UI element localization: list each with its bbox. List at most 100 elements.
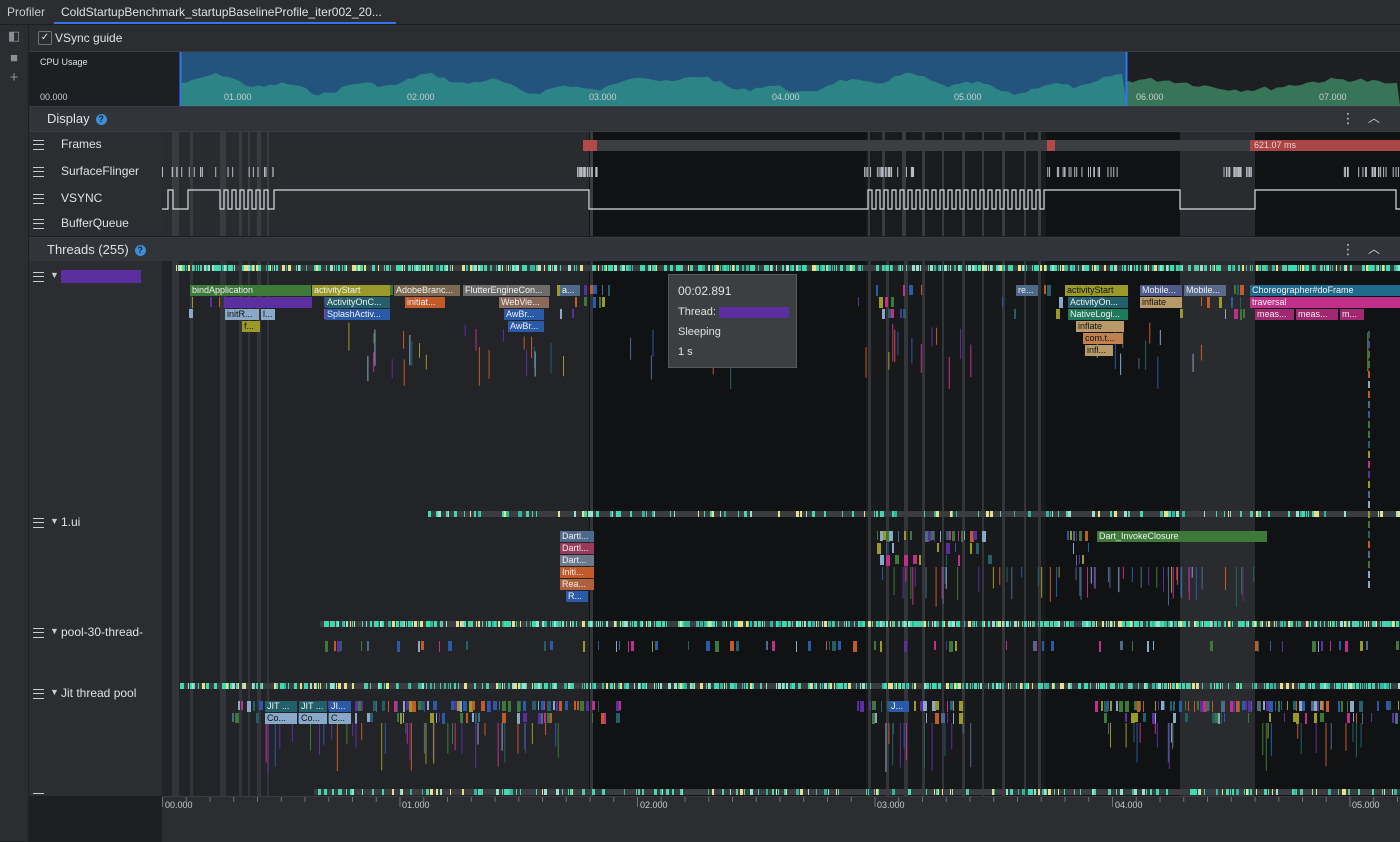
thread-track-ui[interactable]: ▼ 1.ui bbox=[29, 513, 162, 533]
slice-a[interactable]: a... bbox=[560, 285, 580, 296]
display-timeline[interactable]: 621.07 ms bbox=[162, 132, 1400, 236]
thread-running-mark bbox=[1128, 621, 1130, 627]
drag-handle-icon[interactable] bbox=[33, 628, 44, 638]
slice-redacted[interactable] bbox=[224, 297, 312, 308]
slice-fragment bbox=[766, 641, 768, 650]
surfaceflinger-mark bbox=[912, 167, 914, 177]
slice-activity-on-create[interactable]: ActivityOnC... bbox=[325, 297, 390, 308]
drag-handle-icon[interactable] bbox=[33, 140, 44, 150]
add-icon[interactable]: + bbox=[8, 70, 20, 85]
slice-l[interactable]: l... bbox=[261, 309, 275, 320]
thread-track-main[interactable]: ▼ bbox=[29, 267, 162, 287]
slice-initiate[interactable]: initiat... bbox=[405, 297, 445, 308]
help-icon[interactable]: ? bbox=[95, 114, 107, 125]
drag-handle-icon[interactable] bbox=[33, 219, 44, 229]
slice-jit-1[interactable]: JIT ... bbox=[265, 701, 297, 712]
slice-measure-1[interactable]: meas... bbox=[1255, 309, 1294, 320]
drag-handle-icon[interactable] bbox=[33, 194, 44, 204]
slice-flutter-engine[interactable]: FlutterEngineCon... bbox=[463, 285, 550, 296]
drag-handle-icon[interactable] bbox=[33, 689, 44, 699]
slice-rea[interactable]: Rea... bbox=[560, 579, 594, 590]
cpu-usage-track[interactable]: CPU Usage 00.000 01.000 02.000 03.000 04… bbox=[29, 51, 1400, 106]
track-vsync[interactable]: VSYNC bbox=[29, 189, 162, 209]
thread-running-mark bbox=[516, 265, 519, 271]
more-options-icon[interactable]: ⋮ bbox=[1341, 110, 1355, 126]
slice-jit-4[interactable]: J... bbox=[889, 701, 909, 712]
slice-compile-2[interactable]: Co... bbox=[299, 713, 327, 724]
slice-traversal[interactable]: traversal bbox=[1250, 297, 1400, 308]
drag-handle-icon[interactable] bbox=[33, 167, 44, 177]
track-bufferqueue[interactable]: BufferQueue bbox=[29, 214, 162, 234]
collapse-icon[interactable]: ︿ bbox=[1368, 110, 1380, 126]
thread-running-mark bbox=[1368, 683, 1371, 689]
track-frames[interactable]: Frames bbox=[29, 135, 162, 155]
call-stack-tail bbox=[970, 344, 972, 378]
slice-choreographer[interactable]: Choreographer#doFrame bbox=[1250, 285, 1400, 296]
drag-handle-icon[interactable] bbox=[33, 272, 44, 282]
thread-running-mark bbox=[1164, 621, 1167, 627]
drag-handle-icon[interactable] bbox=[33, 793, 44, 796]
slice-initi[interactable]: Initi... bbox=[560, 567, 594, 578]
slice-measure-2[interactable]: meas... bbox=[1296, 309, 1338, 320]
slice-dart-1[interactable]: Dartl... bbox=[560, 531, 594, 542]
tab-trace-file[interactable]: ColdStartupBenchmark_startupBaselineProf… bbox=[54, 0, 396, 24]
more-options-icon[interactable]: ⋮ bbox=[1341, 241, 1355, 257]
slice-jit-2[interactable]: JIT ... bbox=[299, 701, 327, 712]
track-surfaceflinger[interactable]: SurfaceFlinger bbox=[29, 162, 162, 182]
slice-activity-on-2[interactable]: ActivityOn... bbox=[1068, 297, 1128, 308]
slice-f[interactable]: f... bbox=[242, 321, 260, 332]
expand-triangle-icon[interactable]: ▼ bbox=[50, 516, 59, 526]
slice-dart-3[interactable]: Dart... bbox=[560, 555, 594, 566]
slice-inflate-2[interactable]: inflate bbox=[1140, 297, 1182, 308]
slice-adobe-branch[interactable]: AdobeBranc... bbox=[394, 285, 460, 296]
slice-fragment bbox=[1073, 543, 1074, 554]
stop-icon[interactable]: ■ bbox=[8, 51, 20, 64]
time-axis[interactable]: 00.000 01.000 02.000 03.000 04.000 05.00… bbox=[162, 796, 1400, 842]
slice-dart-2[interactable]: Dartl... bbox=[560, 543, 594, 554]
slice-r[interactable]: R... bbox=[566, 591, 588, 602]
slice-fragment bbox=[553, 701, 555, 710]
slice-fragment bbox=[1395, 713, 1398, 724]
slice-measure-3[interactable]: m... bbox=[1340, 309, 1364, 320]
vsync-guide-checkbox[interactable]: ✓ bbox=[38, 31, 52, 45]
panel-toggle-icon[interactable]: ◧ bbox=[8, 29, 20, 42]
slice-infl[interactable]: infl... bbox=[1085, 345, 1113, 356]
thread-track-pool-30[interactable]: ▼ pool-30-thread- bbox=[29, 623, 162, 643]
thread-running-mark bbox=[1386, 683, 1389, 689]
thread-track-dart[interactable] bbox=[29, 788, 162, 796]
slice-splash-activity[interactable]: SplashActiv... bbox=[325, 309, 390, 320]
expand-triangle-icon[interactable]: ▼ bbox=[50, 270, 59, 280]
slice-com-t[interactable]: com.t... bbox=[1083, 333, 1123, 344]
slice-bind-application[interactable]: bindApplication bbox=[190, 285, 311, 296]
slice-dart-invoke-closure[interactable]: Dart_InvokeClosure bbox=[1097, 531, 1267, 542]
slice-jit-3[interactable]: JI... bbox=[329, 701, 351, 712]
help-icon[interactable]: ? bbox=[134, 245, 146, 256]
slice-webview[interactable]: WebVie... bbox=[499, 297, 549, 308]
slice-activity-start-2[interactable]: activityStart bbox=[1065, 285, 1128, 296]
slice-init-r[interactable]: initR... bbox=[225, 309, 259, 320]
expand-triangle-icon[interactable]: ▼ bbox=[50, 687, 59, 697]
expand-triangle-icon[interactable]: ▼ bbox=[50, 626, 59, 636]
thread-running-mark bbox=[1066, 265, 1068, 271]
thread-running-mark bbox=[1060, 265, 1061, 271]
call-stack-tail bbox=[1148, 567, 1150, 586]
call-stack-tail bbox=[355, 723, 357, 749]
slice-compile-3[interactable]: C... bbox=[329, 713, 351, 724]
collapse-icon[interactable]: ︿ bbox=[1368, 241, 1380, 257]
slice-awbrowser-1[interactable]: AwBr... bbox=[504, 309, 544, 320]
slice-compile-1[interactable]: Co... bbox=[265, 713, 297, 724]
slice-native-logi[interactable]: NativeLogi... bbox=[1068, 309, 1128, 320]
slice-mobile-1[interactable]: Mobile... bbox=[1140, 285, 1182, 296]
drag-handle-icon[interactable] bbox=[33, 518, 44, 528]
slice-activity-start[interactable]: activityStart bbox=[312, 285, 390, 296]
slice-inflate-1[interactable]: inflate bbox=[1076, 321, 1124, 332]
thread-track-jit[interactable]: ▼ Jit thread pool bbox=[29, 684, 162, 704]
thread-running-mark bbox=[286, 265, 287, 271]
thread-running-mark bbox=[404, 621, 405, 627]
tab-profiler[interactable]: Profiler bbox=[7, 0, 45, 24]
slice-awbrowser-2[interactable]: AwBr... bbox=[508, 321, 544, 332]
slice-re[interactable]: re... bbox=[1016, 285, 1038, 296]
thread-running-mark bbox=[1286, 683, 1289, 689]
slice-mobile-2[interactable]: Mobile... bbox=[1184, 285, 1226, 296]
slice-fragment bbox=[433, 701, 437, 710]
